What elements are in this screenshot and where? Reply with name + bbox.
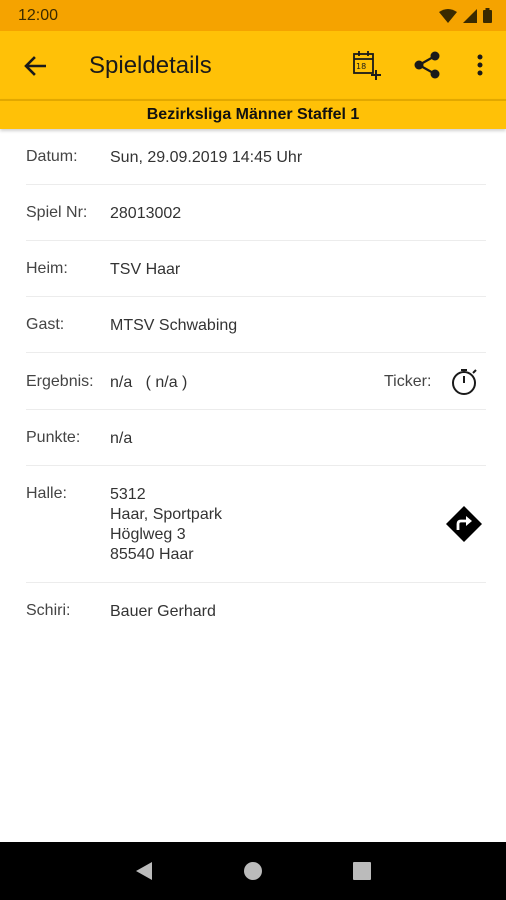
halle-label: Halle: xyxy=(26,485,67,502)
schiri-value: Bauer Gerhard xyxy=(110,603,216,620)
gast-label: Gast: xyxy=(26,316,65,333)
system-nav-bar xyxy=(0,842,506,900)
page-title: Spieldetails xyxy=(89,52,212,79)
status-bar: 12:00 xyxy=(0,0,506,31)
row-punkte: Punkte: n/a xyxy=(26,410,486,466)
halle-number: 5312 xyxy=(110,486,146,503)
row-ergebnis: Ergebnis: n/a ( n/a ) Ticker: xyxy=(26,353,486,410)
nav-recents-button[interactable] xyxy=(350,859,374,883)
row-gast: Gast: MTSV Schwabing xyxy=(26,297,486,353)
circle-home-icon xyxy=(243,862,262,880)
stopwatch-icon xyxy=(452,369,477,395)
share-icon xyxy=(414,51,440,79)
wifi-icon xyxy=(439,8,457,23)
datum-label: Datum: xyxy=(26,148,78,165)
ticker-label: Ticker: xyxy=(384,373,432,390)
svg-text:18: 18 xyxy=(356,62,366,71)
battery-icon xyxy=(483,8,492,23)
arrow-back-icon xyxy=(24,56,46,76)
ergebnis-label: Ergebnis: xyxy=(26,373,94,390)
heim-label: Heim: xyxy=(26,260,68,277)
punkte-label: Punkte: xyxy=(26,429,81,446)
triangle-back-icon xyxy=(136,862,153,880)
more-options-button[interactable] xyxy=(468,48,492,82)
nav-home-button[interactable] xyxy=(241,859,265,883)
status-icons xyxy=(439,8,492,23)
punkte-value: n/a xyxy=(110,430,133,447)
signal-icon xyxy=(463,8,477,23)
halle-city: 85540 Haar xyxy=(110,546,194,563)
directions-button[interactable] xyxy=(444,504,484,544)
heim-value: TSV Haar xyxy=(110,261,181,278)
datum-value: Sun, 29.09.2019 14:45 Uhr xyxy=(110,149,303,166)
square-recents-icon xyxy=(352,862,371,880)
row-heim: Heim: TSV Haar xyxy=(26,241,486,297)
row-datum: Datum: Sun, 29.09.2019 14:45 Uhr xyxy=(26,129,486,185)
more-vert-icon xyxy=(477,54,483,76)
app-bar: Spieldetails 18 xyxy=(0,31,506,99)
status-time: 12:00 xyxy=(18,6,59,24)
league-header: Bezirksliga Männer Staffel 1 xyxy=(0,99,506,129)
add-to-calendar-button[interactable]: 18 xyxy=(350,48,384,82)
row-schiri: Schiri: Bauer Gerhard xyxy=(26,583,486,639)
calendar-add-icon: 18 xyxy=(353,51,381,80)
spielnr-value: 28013002 xyxy=(110,205,182,222)
schiri-label: Schiri: xyxy=(26,602,71,619)
gast-value: MTSV Schwabing xyxy=(110,317,238,334)
halle-address: 5312 Haar, Sportpark Höglweg 3 85540 Haa… xyxy=(110,485,222,565)
back-button[interactable] xyxy=(20,51,50,81)
row-spielnr: Spiel Nr: 28013002 xyxy=(26,185,486,241)
share-button[interactable] xyxy=(410,48,444,82)
nav-back-button[interactable] xyxy=(132,859,156,883)
directions-icon xyxy=(446,506,482,542)
ticker-button[interactable] xyxy=(450,367,480,397)
halle-street: Höglweg 3 xyxy=(110,526,186,543)
halle-name: Haar, Sportpark xyxy=(110,506,223,523)
row-halle: Halle: 5312 Haar, Sportpark Höglweg 3 85… xyxy=(26,466,486,583)
ergebnis-value: n/a ( n/a ) xyxy=(110,374,188,391)
spielnr-label: Spiel Nr: xyxy=(26,204,88,221)
